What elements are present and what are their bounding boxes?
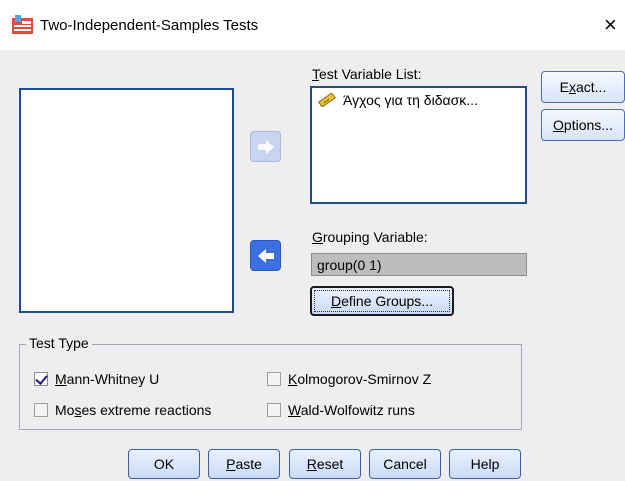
window-title: Two-Independent-Samples Tests bbox=[40, 17, 259, 34]
kolmogorov-smirnov-checkbox[interactable] bbox=[267, 372, 281, 386]
test-type-legend: Test Type bbox=[26, 335, 92, 351]
exact-button[interactable]: Ex act... bbox=[541, 71, 625, 103]
test-variable-item-label: Άγχος για τη διδασκ... bbox=[343, 92, 478, 108]
arrow-right-icon bbox=[257, 139, 274, 154]
options-button[interactable]: Options... bbox=[541, 109, 625, 141]
grouping-variable-field[interactable]: group(0 1) bbox=[311, 253, 527, 276]
source-variable-list[interactable] bbox=[19, 88, 234, 313]
cancel-button[interactable]: Cancel bbox=[369, 449, 441, 479]
wald-wolfowitz-checkbox[interactable] bbox=[267, 403, 281, 417]
arrow-left-icon bbox=[257, 248, 274, 263]
move-grouping-variable-button[interactable] bbox=[250, 240, 281, 271]
ruler-icon bbox=[318, 93, 336, 107]
help-button[interactable]: Help bbox=[449, 449, 521, 479]
wald-wolfowitz-label[interactable]: Wald-Wolfowitz runs bbox=[288, 402, 415, 418]
kolmogorov-smirnov-label[interactable]: Kolmogorov-Smirnov Z bbox=[288, 371, 431, 387]
test-variable-item[interactable]: Άγχος για τη διδασκ... bbox=[317, 92, 478, 108]
title-bar: Two-Independent-Samples Tests × bbox=[0, 0, 625, 50]
mann-whitney-label[interactable]: Mann-Whitney U bbox=[55, 371, 159, 387]
moses-extreme-reactions-label[interactable]: Moses extreme reactions bbox=[55, 402, 211, 418]
close-icon[interactable]: × bbox=[604, 10, 625, 40]
reset-button[interactable]: Reset bbox=[289, 449, 361, 479]
grouping-variable-label: Grouping Variable: bbox=[312, 229, 428, 245]
test-variable-list-label: Test Variable List: bbox=[312, 66, 422, 82]
paste-button[interactable]: Paste bbox=[208, 449, 280, 479]
define-groups-button[interactable]: Define Groups... bbox=[310, 286, 454, 316]
mann-whitney-checkbox[interactable] bbox=[34, 372, 48, 386]
move-to-test-list-button[interactable] bbox=[250, 131, 281, 162]
app-icon bbox=[12, 15, 33, 34]
ok-button[interactable]: OK bbox=[128, 449, 200, 479]
moses-extreme-reactions-checkbox[interactable] bbox=[34, 403, 48, 417]
